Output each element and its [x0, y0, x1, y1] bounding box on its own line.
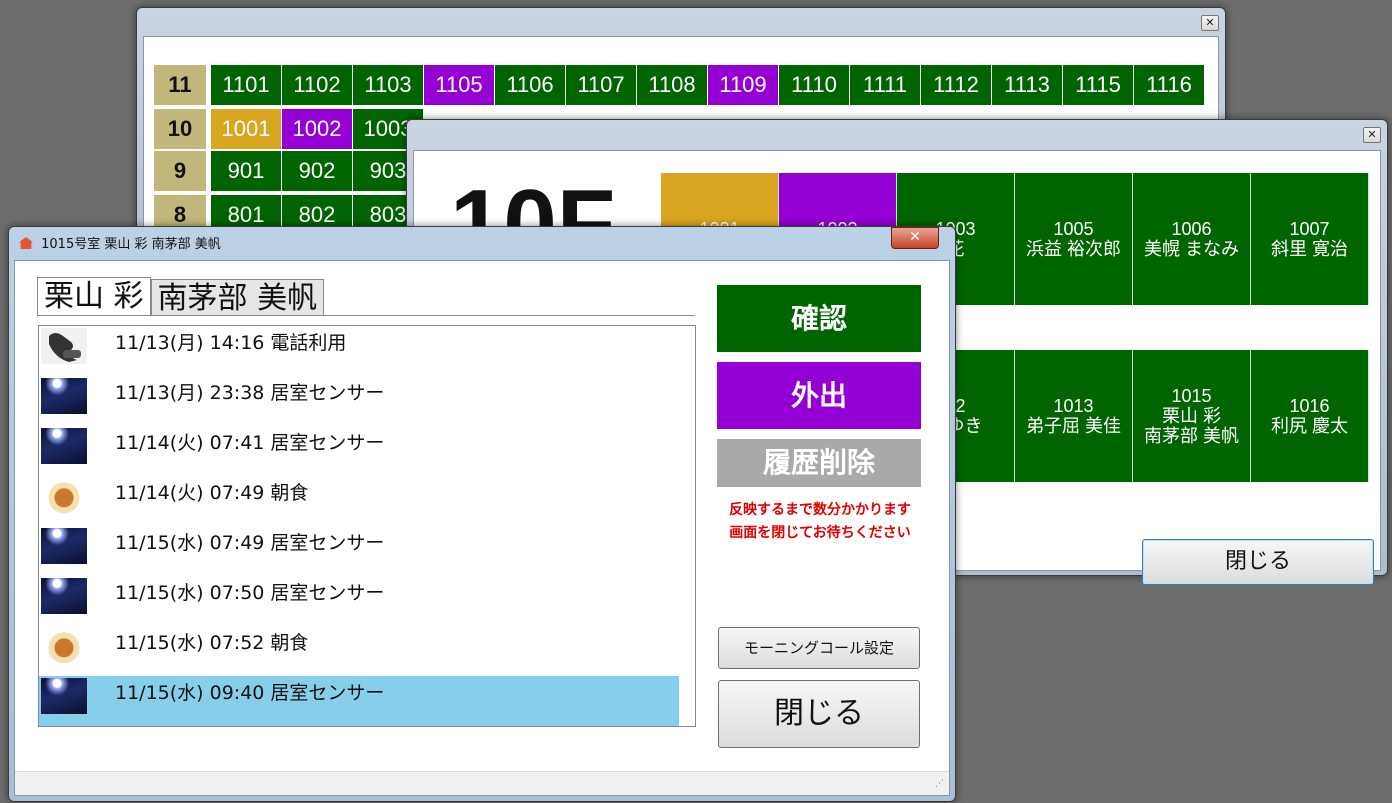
morning-call-settings-button[interactable]: モーニングコール設定 — [718, 627, 920, 669]
log-entry-text: 11/15(水) 09:40 居室センサー — [115, 682, 385, 704]
room-log-window: 1015号室 栗山 彩 南茅部 美帆 ✕ 栗山 彩 南茅部 美帆 11/13(月… — [8, 226, 956, 802]
room-tile-1015[interactable]: 1015 栗山 彩南茅部 美帆 — [1133, 350, 1251, 482]
room-tile-1005[interactable]: 1005 浜益 裕次郎 — [1015, 173, 1133, 305]
resident-name: 斜里 寛治 — [1270, 239, 1348, 259]
room-cell-1002[interactable]: 1002 — [282, 109, 353, 149]
room-number: 1016 — [1289, 396, 1330, 416]
resident-name: 弟子屈 美佳 — [1025, 416, 1121, 436]
room-cell-1106[interactable]: 1106 — [495, 65, 566, 105]
floor-row: 11 1101 1102 1103 1105 1106 1107 1108 1109 1110 11… — [154, 65, 1205, 107]
close-icon[interactable]: ✕ — [1363, 127, 1381, 143]
room-log-client: 栗山 彩 南茅部 美帆 11/13(月) 14:16 電話利用 11/13(月) … — [14, 260, 950, 796]
room-cell-1116[interactable]: 1116 — [1134, 65, 1205, 105]
floor-row: 10 1001 1002 1003 — [154, 109, 424, 151]
log-entry[interactable]: 11/15(水) 07:50 居室センサー — [39, 576, 679, 626]
log-entry[interactable]: 11/14(火) 07:49 朝食 — [39, 476, 679, 526]
floor-number[interactable]: 11 — [154, 65, 206, 105]
window-title: 1015号室 栗山 彩 南茅部 美帆 — [19, 233, 221, 252]
meal-icon — [41, 628, 87, 664]
tab-resident-1[interactable]: 栗山 彩 — [37, 277, 151, 317]
confirm-button[interactable]: 確認 — [717, 285, 921, 352]
log-entry[interactable]: 11/15(水) 07:49 居室センサー — [39, 526, 679, 576]
room-tile-1013[interactable]: 1013 弟子屈 美佳 — [1015, 350, 1133, 482]
phone-icon — [41, 328, 87, 364]
floor-number[interactable]: 9 — [154, 151, 206, 191]
log-entry[interactable]: 11/14(火) 07:41 居室センサー — [39, 426, 679, 476]
room-number: 1015 — [1171, 386, 1212, 406]
resident-name: 美幌 まなみ — [1143, 239, 1239, 259]
room-cell-1103[interactable]: 1103 — [353, 65, 424, 105]
close-button[interactable]: 閉じる — [718, 680, 920, 748]
room-cell-1110[interactable]: 1110 — [779, 65, 850, 105]
room-tile-1016[interactable]: 1016 利尻 慶太 — [1251, 350, 1369, 482]
close-window-button[interactable]: ✕ — [891, 227, 939, 249]
log-entry-text: 11/13(月) 14:16 電話利用 — [115, 332, 347, 354]
log-entry-text: 11/14(火) 07:49 朝食 — [115, 482, 309, 504]
window-title-text: 1015号室 栗山 彩 南茅部 美帆 — [41, 237, 221, 252]
home-icon — [19, 237, 33, 249]
log-entry-text: 11/13(月) 23:38 居室センサー — [115, 382, 385, 404]
notice-line-1: 反映するまで数分かかります — [729, 502, 911, 518]
resize-grip-icon[interactable]: ⋰ — [935, 780, 945, 792]
room-number: 1007 — [1289, 219, 1330, 239]
sensor-icon — [41, 528, 87, 564]
resident-name: 栗山 彩 — [1161, 406, 1221, 426]
room-cell-1109[interactable]: 1109 — [708, 65, 779, 105]
event-log-list[interactable]: 11/13(月) 14:16 電話利用 11/13(月) 23:38 居室センサー… — [38, 325, 696, 727]
sensor-icon — [41, 378, 87, 414]
log-entry[interactable]: 11/15(水) 09:40 居室センサー — [39, 676, 679, 726]
room-tile-1007[interactable]: 1007 斜里 寛治 — [1251, 173, 1369, 305]
resident-name: 利尻 慶太 — [1270, 416, 1348, 436]
room-cell-1115[interactable]: 1115 — [1063, 65, 1134, 105]
room-cell-1101[interactable]: 1101 — [211, 65, 282, 105]
log-entry-text: 11/15(水) 07:49 居室センサー — [115, 532, 385, 554]
resident-tabs: 栗山 彩 南茅部 美帆 — [37, 277, 325, 317]
room-cell-1001[interactable]: 1001 — [211, 109, 282, 149]
resident-name: 浜益 裕次郎 — [1025, 239, 1121, 259]
close-button[interactable]: 閉じる — [1142, 539, 1374, 585]
close-icon[interactable]: ✕ — [1201, 15, 1219, 31]
log-entry[interactable]: 11/13(月) 14:16 電話利用 — [39, 326, 679, 376]
log-entry[interactable]: 11/15(水) 07:52 朝食 — [39, 626, 679, 676]
go-out-button[interactable]: 外出 — [717, 362, 921, 429]
sensor-icon — [41, 578, 87, 614]
floor-row: 9 901 902 903 — [154, 151, 424, 193]
notice-line-2: 画面を閉じてお待ちください — [729, 525, 911, 541]
log-entry-text: 11/14(火) 07:41 居室センサー — [115, 432, 385, 454]
room-cell-901[interactable]: 901 — [211, 151, 282, 191]
log-entry[interactable]: 11/13(月) 23:38 居室センサー — [39, 376, 679, 426]
status-bar: ⋰ — [15, 771, 949, 795]
delete-history-button[interactable]: 履歴削除 — [717, 439, 921, 487]
room-number: 1013 — [1053, 396, 1094, 416]
room-cell-1107[interactable]: 1107 — [566, 65, 637, 105]
resident-name: 南茅部 美帆 — [1143, 426, 1239, 446]
room-cell-1105[interactable]: 1105 — [424, 65, 495, 105]
floor-number[interactable]: 10 — [154, 109, 206, 149]
tab-resident-2[interactable]: 南茅部 美帆 — [150, 279, 325, 316]
sensor-icon — [41, 678, 87, 714]
room-tile-1006[interactable]: 1006 美幌 まなみ — [1133, 173, 1251, 305]
room-cell-1102[interactable]: 1102 — [282, 65, 353, 105]
log-entry-text: 11/15(水) 07:50 居室センサー — [115, 582, 385, 604]
room-cell-902[interactable]: 902 — [282, 151, 353, 191]
room-cell-1112[interactable]: 1112 — [921, 65, 992, 105]
room-cell-1113[interactable]: 1113 — [992, 65, 1063, 105]
room-number: 1006 — [1171, 219, 1212, 239]
log-entry-text: 11/15(水) 07:52 朝食 — [115, 632, 309, 654]
meal-icon — [41, 478, 87, 514]
room-cell-1108[interactable]: 1108 — [637, 65, 708, 105]
room-number: 1005 — [1053, 219, 1094, 239]
room-cell-1111[interactable]: 1111 — [850, 65, 921, 105]
tab-divider — [37, 315, 695, 316]
sensor-icon — [41, 428, 87, 464]
